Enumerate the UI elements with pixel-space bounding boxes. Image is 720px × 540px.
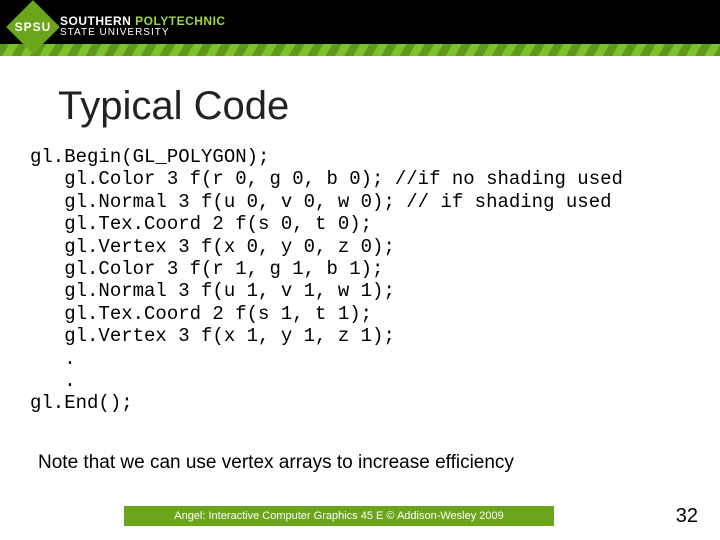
logo-badge-text: SPSU	[14, 8, 52, 46]
logo-badge-icon: SPSU	[6, 0, 60, 54]
logo-text: SOUTHERN POLYTECHNIC STATE UNIVERSITY	[60, 15, 226, 38]
footer-bar: Angel: Interactive Computer Graphics 45 …	[124, 506, 554, 526]
header: SPSU SOUTHERN POLYTECHNIC STATE UNIVERSI…	[0, 0, 720, 56]
slide: SPSU SOUTHERN POLYTECHNIC STATE UNIVERSI…	[0, 0, 720, 540]
logo-line2: STATE UNIVERSITY	[60, 28, 226, 39]
code-block: gl.Begin(GL_POLYGON); gl.Color 3 f(r 0, …	[30, 146, 623, 415]
note-text: Note that we can use vertex arrays to in…	[38, 452, 514, 474]
page-number: 32	[676, 505, 698, 528]
footer-text: Angel: Interactive Computer Graphics 45 …	[174, 510, 504, 522]
logo: SPSU SOUTHERN POLYTECHNIC STATE UNIVERSI…	[14, 8, 226, 46]
slide-title: Typical Code	[58, 84, 289, 129]
